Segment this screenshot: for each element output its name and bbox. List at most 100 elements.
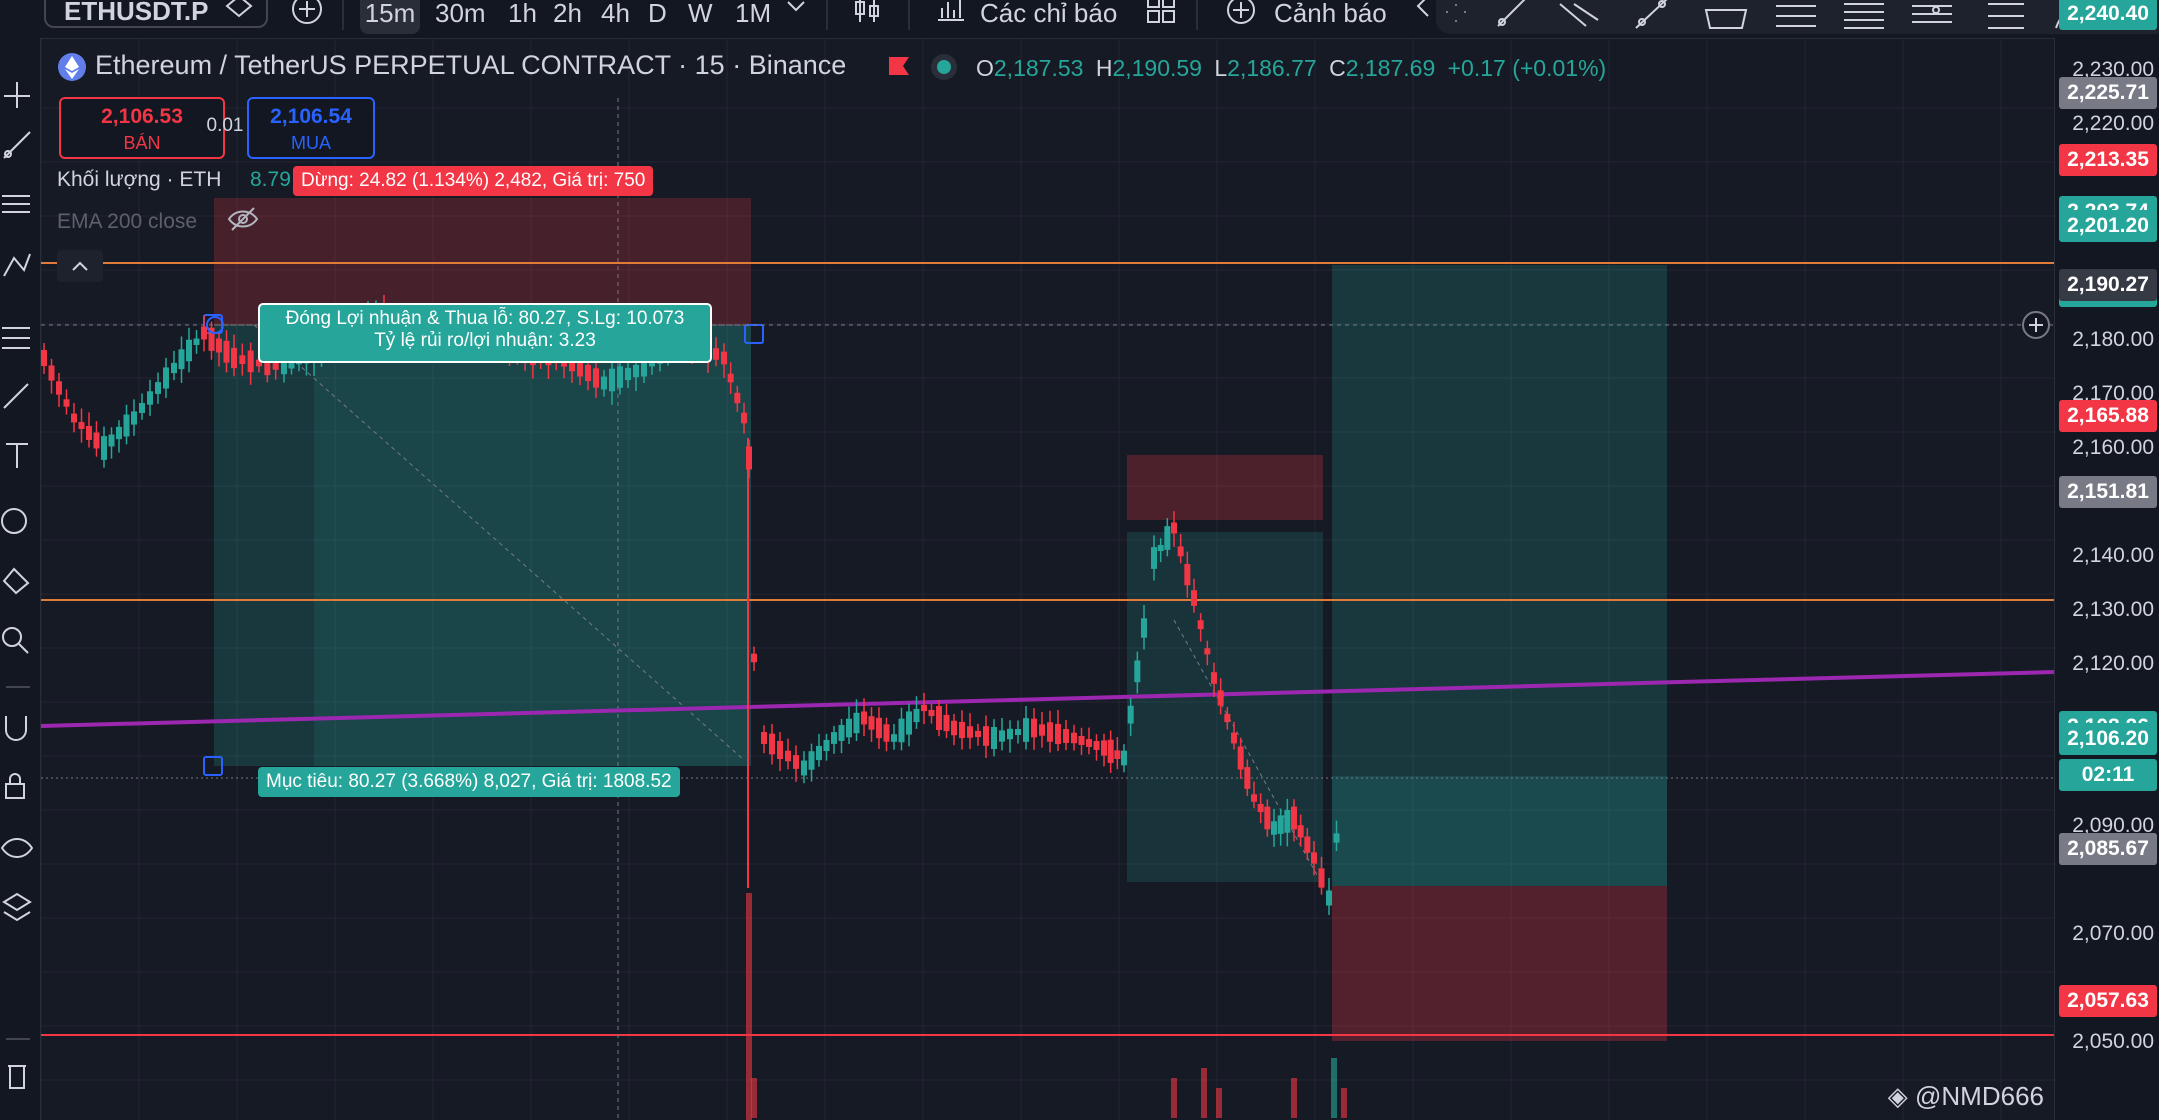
chart-pane[interactable]: Ethereum / TetherUS PERPETUAL CONTRACT ·… <box>41 38 2054 1120</box>
candle[interactable] <box>975 730 981 738</box>
candle[interactable] <box>761 732 767 744</box>
candle[interactable] <box>713 348 719 360</box>
timeframe-w[interactable]: W <box>688 0 713 34</box>
candle[interactable] <box>216 338 222 353</box>
alerts-button[interactable]: Cảnh báo <box>1274 0 1387 34</box>
candle[interactable] <box>609 368 615 392</box>
add-symbol-icon[interactable] <box>290 0 324 26</box>
candle[interactable] <box>1086 739 1092 747</box>
eye-hidden-icon[interactable] <box>226 204 260 234</box>
projection-icon[interactable] <box>0 318 34 352</box>
candle[interactable] <box>1304 836 1311 853</box>
candle[interactable] <box>139 402 145 414</box>
candle[interactable] <box>891 734 897 742</box>
trend-line-icon[interactable] <box>0 128 34 162</box>
emoji-icon[interactable] <box>0 503 34 537</box>
candle[interactable] <box>861 711 867 725</box>
candle[interactable] <box>943 714 950 732</box>
candle[interactable] <box>1197 620 1204 630</box>
candle[interactable] <box>56 381 62 395</box>
volume-indicator-label[interactable]: Khối lượng · ETH <box>57 168 221 192</box>
candle[interactable] <box>1318 868 1325 888</box>
candle[interactable] <box>186 339 192 362</box>
candle[interactable] <box>816 745 822 761</box>
candle[interactable] <box>247 350 254 373</box>
chart-title[interactable]: Ethereum / TetherUS PERPETUAL CONTRACT ·… <box>95 50 846 81</box>
templates-icon[interactable] <box>1144 0 1178 26</box>
candle[interactable] <box>801 760 807 776</box>
candle[interactable] <box>617 366 623 388</box>
candle[interactable] <box>1311 852 1317 864</box>
candle[interactable] <box>1063 729 1069 743</box>
candle[interactable] <box>593 368 599 388</box>
candle[interactable] <box>868 716 875 730</box>
candle[interactable] <box>48 365 55 381</box>
candle[interactable] <box>78 422 85 429</box>
candle[interactable] <box>1251 794 1257 802</box>
candle[interactable] <box>585 364 591 382</box>
layers-icon[interactable] <box>0 890 34 924</box>
candle[interactable] <box>625 367 631 381</box>
candle[interactable] <box>831 732 837 744</box>
chevron-down-icon[interactable] <box>784 0 808 16</box>
timeframe-d[interactable]: D <box>648 0 667 34</box>
candle[interactable] <box>1297 825 1304 838</box>
candle[interactable] <box>1055 723 1061 745</box>
target-zone-3[interactable] <box>1332 265 1667 776</box>
candle[interactable] <box>823 739 830 752</box>
candle[interactable] <box>1015 728 1021 736</box>
candle[interactable] <box>1101 740 1107 756</box>
candle[interactable] <box>71 413 77 423</box>
candle[interactable] <box>171 362 177 374</box>
target-label[interactable]: Mục tiêu: 80.27 (3.668%) 8,027, Giá trị:… <box>258 767 680 797</box>
candle[interactable] <box>876 717 882 739</box>
candle[interactable] <box>1134 660 1141 683</box>
candle[interactable] <box>883 724 890 742</box>
candle[interactable] <box>178 349 185 370</box>
symbol-search[interactable]: ETHUSDT.P <box>44 0 268 28</box>
candle[interactable] <box>633 364 639 378</box>
candle[interactable] <box>741 412 747 424</box>
eye-icon[interactable] <box>0 830 34 864</box>
candle[interactable] <box>727 373 734 383</box>
add-price-alert-icon[interactable] <box>2022 311 2050 339</box>
text-icon[interactable] <box>0 438 34 472</box>
candle[interactable] <box>999 730 1005 742</box>
candle[interactable] <box>936 706 942 730</box>
candle[interactable] <box>1257 803 1264 813</box>
candle[interactable] <box>1333 833 1340 843</box>
candle[interactable] <box>108 434 115 447</box>
candle[interactable] <box>906 711 912 735</box>
candle[interactable] <box>1231 732 1237 744</box>
timeframe-15m[interactable]: 15m <box>360 0 420 34</box>
candle[interactable] <box>1284 809 1291 833</box>
lock-icon[interactable] <box>0 770 34 804</box>
stop-loss-label[interactable]: Dừng: 24.82 (1.134%) 2,482, Giá trị: 750 <box>293 166 654 196</box>
candle[interactable] <box>734 392 741 404</box>
pnl-info-box[interactable]: Đóng Lợi nhuận & Thua lỗ: 80.27, S.Lg: 1… <box>258 303 712 363</box>
candle[interactable] <box>793 755 799 769</box>
candle[interactable] <box>1078 735 1085 746</box>
candle[interactable] <box>1191 590 1197 606</box>
candle[interactable] <box>913 708 920 723</box>
collapse-legend-button[interactable] <box>57 250 103 282</box>
candle[interactable] <box>223 340 230 363</box>
candle[interactable] <box>1271 821 1277 835</box>
pattern-icon[interactable] <box>0 248 34 282</box>
candle[interactable] <box>785 750 791 762</box>
candle[interactable] <box>1127 705 1134 724</box>
measure-icon[interactable] <box>0 563 34 597</box>
timeframe-1h[interactable]: 1h <box>508 0 537 34</box>
candle[interactable] <box>116 426 122 440</box>
candle[interactable] <box>239 355 246 365</box>
alert-add-icon[interactable] <box>1224 0 1260 28</box>
candle[interactable] <box>808 751 815 770</box>
candle[interactable] <box>1093 741 1100 750</box>
candle[interactable] <box>1264 806 1271 830</box>
candle[interactable] <box>898 718 905 743</box>
fib-retracement-icon[interactable] <box>0 188 34 222</box>
candle[interactable] <box>1107 739 1114 763</box>
candle[interactable] <box>1184 564 1191 586</box>
candle[interactable] <box>1151 547 1157 569</box>
candle[interactable] <box>1291 806 1297 830</box>
